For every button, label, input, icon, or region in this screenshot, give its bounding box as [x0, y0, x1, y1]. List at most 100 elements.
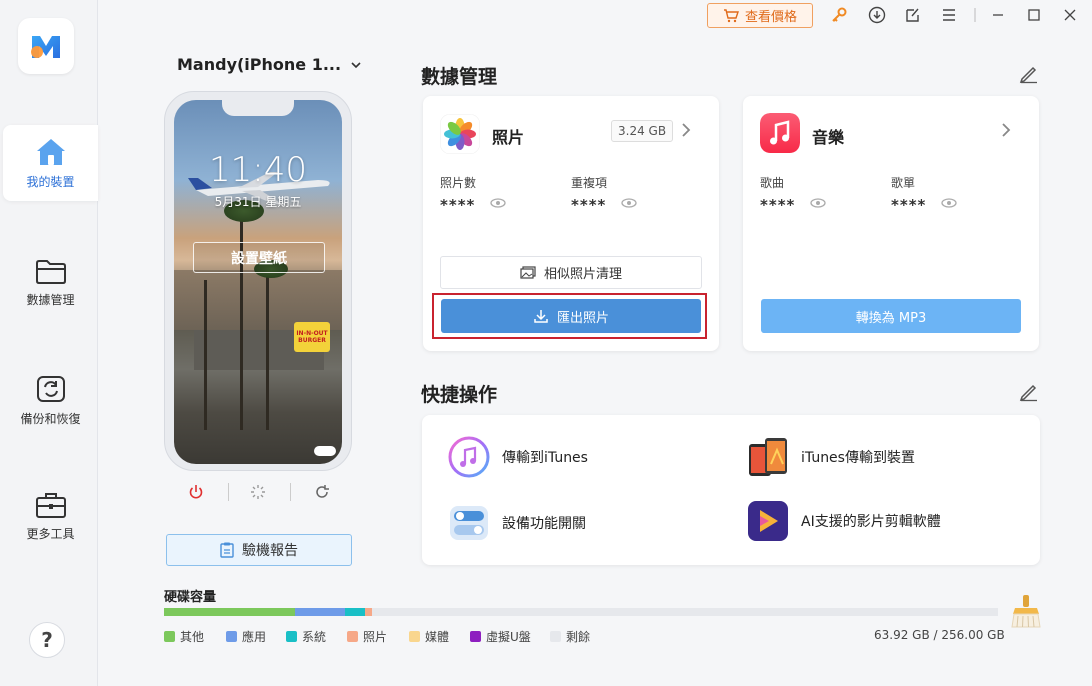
- watermark-badge: [314, 446, 336, 456]
- minimize-icon[interactable]: [987, 5, 1009, 25]
- legend-item: 系統: [286, 628, 326, 645]
- export-photos-label: 匯出照片: [556, 310, 609, 326]
- legend-item: 應用: [226, 628, 266, 645]
- legend-swatch: [286, 631, 297, 642]
- quick-action-itunes-to-device[interactable]: iTunes傳輸到裝置: [747, 436, 915, 478]
- playlists-label: 歌單: [891, 176, 916, 190]
- legend-item: 剩餘: [550, 628, 590, 645]
- songs-label: 歌曲: [760, 176, 785, 190]
- quick-action-label: 設備功能開關: [502, 516, 586, 532]
- legend-label: 系統: [302, 630, 327, 644]
- legend-item: 虛擬U盤: [470, 628, 531, 645]
- storage-title: 硬碟容量: [164, 590, 217, 605]
- menu-icon[interactable]: [938, 5, 960, 25]
- photos-card-title: 照片: [492, 128, 525, 147]
- lockscreen-date: 5月31日 星期五: [214, 195, 302, 209]
- sidebar-item-label: 我的裝置: [26, 174, 75, 189]
- key-icon[interactable]: [828, 5, 850, 25]
- legend-label: 應用: [242, 630, 267, 644]
- legend-label: 媒體: [425, 630, 450, 644]
- chevron-right-icon[interactable]: [680, 122, 692, 138]
- section-title-quick-actions: 快捷操作: [421, 384, 498, 406]
- feedback-icon[interactable]: [902, 5, 924, 25]
- photos-count-value: ****: [440, 196, 476, 214]
- playlists-value: ****: [891, 196, 927, 214]
- photos-duplicates-label: 重複項: [571, 176, 608, 190]
- help-button[interactable]: ?: [29, 622, 65, 658]
- download-icon[interactable]: [866, 5, 888, 25]
- video-editor-icon: [748, 501, 788, 541]
- similar-photos-clean-button[interactable]: 相似照片清理: [440, 256, 702, 289]
- music-app-icon: [760, 113, 800, 153]
- similar-photos-clean-label: 相似照片清理: [543, 267, 622, 282]
- sidebar-item-data-management[interactable]: 數據管理: [3, 245, 98, 321]
- device-selector[interactable]: Mandy(iPhone 1...: [177, 55, 361, 74]
- sidebar-item-label: 更多工具: [26, 526, 75, 541]
- legend-item: 其他: [164, 628, 204, 645]
- refresh-icon[interactable]: [310, 480, 334, 504]
- edit-icon[interactable]: [1018, 62, 1040, 84]
- sidebar-item-label: 數據管理: [26, 292, 75, 307]
- photos-size-badge: 3.24 GB: [611, 120, 674, 142]
- download-icon: [534, 310, 548, 323]
- storage-segment: [364, 608, 373, 616]
- eye-icon[interactable]: [941, 198, 957, 208]
- loading-icon[interactable]: [246, 480, 270, 504]
- storage-segment: [372, 608, 998, 616]
- export-photos-button[interactable]: 匯出照片: [441, 299, 701, 333]
- storage-total: 63.92 GB / 256.00 GB: [874, 628, 1005, 642]
- storage-bar: [164, 608, 998, 616]
- legend-swatch: [470, 631, 481, 642]
- device-report-button[interactable]: 驗機報告: [166, 534, 352, 566]
- chevron-right-icon[interactable]: [1000, 122, 1012, 138]
- legend-item: 照片: [347, 628, 387, 645]
- photos-count-label: 照片數: [440, 176, 477, 190]
- legend-label: 虛擬U盤: [486, 630, 531, 644]
- quick-action-label: AI支援的影片剪輯軟體: [801, 514, 941, 530]
- section-title-data-management: 數據管理: [421, 66, 498, 88]
- sidebar: 我的裝置 數據管理 備份和恢復 更多工具 ?: [0, 0, 98, 686]
- quick-action-device-toggles[interactable]: 設備功能開關: [448, 502, 586, 544]
- sidebar-item-backup-restore[interactable]: 備份和恢復: [3, 362, 98, 438]
- legend-swatch: [409, 631, 420, 642]
- app-logo-icon: [31, 36, 60, 58]
- chevron-down-icon: [351, 61, 361, 68]
- home-icon: [36, 138, 65, 165]
- view-price-button[interactable]: 查看價格: [707, 3, 813, 28]
- app-logo: [18, 18, 74, 74]
- backup-icon: [36, 375, 65, 402]
- storage-segment: [294, 608, 345, 616]
- sidebar-item-label: 備份和恢復: [20, 411, 81, 426]
- itunes-icon: [448, 436, 490, 478]
- eye-icon[interactable]: [621, 198, 637, 208]
- edit-icon[interactable]: [1018, 380, 1040, 402]
- storage-segment: [164, 608, 295, 616]
- sidebar-item-my-device[interactable]: 我的裝置: [3, 125, 98, 201]
- convert-to-mp3-button[interactable]: 轉換為 MP3: [761, 299, 1021, 333]
- lockscreen-time: 11:40: [209, 150, 307, 190]
- quick-action-transfer-to-itunes[interactable]: 傳輸到iTunes: [448, 436, 588, 478]
- quick-action-label: iTunes傳輸到裝置: [801, 450, 915, 466]
- legend-label: 其他: [180, 630, 205, 644]
- phone-notch: [222, 100, 294, 116]
- control-divider: [290, 483, 291, 501]
- legend-swatch: [550, 631, 561, 642]
- help-icon: ?: [41, 628, 53, 652]
- photos-app-icon: [440, 114, 480, 154]
- toggle-icon: [450, 506, 488, 540]
- view-price-label: 查看價格: [744, 10, 797, 25]
- sidebar-item-more-tools[interactable]: 更多工具: [3, 478, 98, 554]
- maximize-icon[interactable]: [1023, 5, 1045, 25]
- set-wallpaper-button[interactable]: 設置壁紙: [193, 242, 325, 273]
- power-icon[interactable]: [184, 480, 208, 504]
- eye-icon[interactable]: [490, 198, 506, 208]
- broom-clean-icon[interactable]: [1010, 594, 1042, 628]
- palm-tree: [204, 280, 207, 430]
- device-report-label: 驗機報告: [242, 543, 298, 559]
- eye-icon[interactable]: [810, 198, 826, 208]
- close-icon[interactable]: [1059, 5, 1081, 25]
- quick-action-ai-video-editor[interactable]: AI支援的影片剪輯軟體: [747, 500, 941, 542]
- music-card-title: 音樂: [812, 128, 845, 147]
- city-buildings: [174, 270, 342, 330]
- device-name: Mandy(iPhone 1...: [177, 55, 342, 74]
